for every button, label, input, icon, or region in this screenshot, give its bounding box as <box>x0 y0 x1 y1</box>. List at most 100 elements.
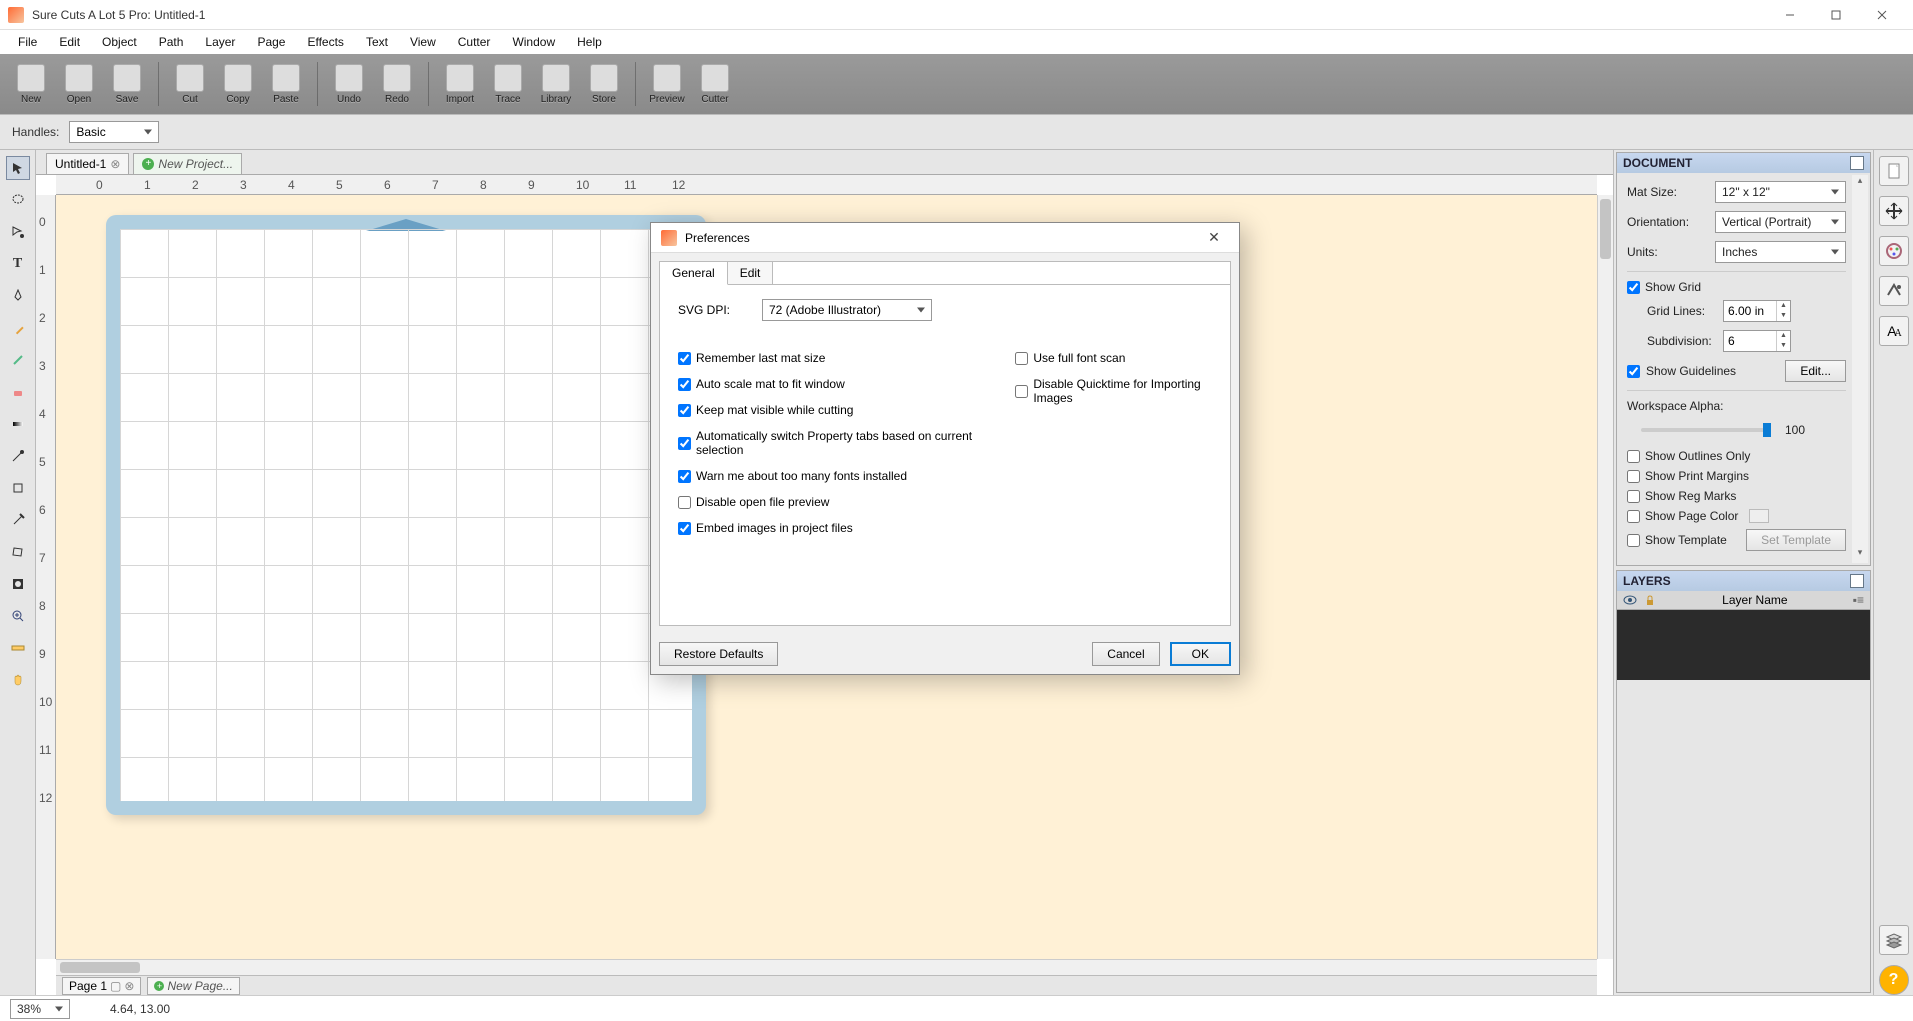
library-button[interactable]: Library <box>535 58 577 110</box>
pref-checkbox[interactable] <box>678 378 691 391</box>
panel-popout-icon[interactable] <box>1850 156 1864 170</box>
orientation-select[interactable]: Vertical (Portrait) <box>1715 211 1846 233</box>
vertical-scrollbar[interactable] <box>1597 195 1613 959</box>
new-button[interactable]: New <box>10 58 52 110</box>
trace-button[interactable]: Trace <box>487 58 529 110</box>
shape-tool[interactable] <box>6 476 30 500</box>
page-tab-current[interactable]: Page 1 ▢ ⊗ <box>62 977 141 995</box>
copy-button[interactable]: Copy <box>217 58 259 110</box>
undo-button[interactable]: Undo <box>328 58 370 110</box>
close-button[interactable] <box>1859 0 1905 30</box>
show-outlines-checkbox[interactable] <box>1627 450 1640 463</box>
menu-layer[interactable]: Layer <box>195 32 245 52</box>
doc-tab-new[interactable]: +New Project... <box>133 153 242 174</box>
fill-stroke-panel-button[interactable] <box>1879 236 1909 266</box>
pref-checkbox[interactable] <box>678 437 691 450</box>
pref-option[interactable]: Automatically switch Property tabs based… <box>678 429 975 457</box>
help-button[interactable]: ? <box>1879 965 1909 995</box>
pref-option[interactable]: Auto scale mat to fit window <box>678 377 975 391</box>
show-guidelines-checkbox[interactable] <box>1627 365 1640 378</box>
node-tool[interactable] <box>6 220 30 244</box>
menu-object[interactable]: Object <box>92 32 147 52</box>
menu-edit[interactable]: Edit <box>49 32 90 52</box>
paste-button[interactable]: Paste <box>265 58 307 110</box>
close-icon[interactable]: ⊗ <box>110 157 120 171</box>
position-panel-button[interactable] <box>1879 196 1909 226</box>
pref-checkbox[interactable] <box>678 496 691 509</box>
menu-file[interactable]: File <box>8 32 47 52</box>
gradient-tool[interactable] <box>6 412 30 436</box>
pen-tool[interactable] <box>6 284 30 308</box>
restore-defaults-button[interactable]: Restore Defaults <box>659 642 778 666</box>
grid-lines-input[interactable]: ▲▼ <box>1723 300 1791 322</box>
page-tab-new[interactable]: +New Page... <box>147 977 239 995</box>
distort-tool[interactable] <box>6 540 30 564</box>
show-template-checkbox[interactable] <box>1627 534 1640 547</box>
show-reg-marks-checkbox[interactable] <box>1627 490 1640 503</box>
pref-checkbox[interactable] <box>678 470 691 483</box>
cut-button[interactable]: Cut <box>169 58 211 110</box>
pencil-tool[interactable] <box>6 316 30 340</box>
save-button[interactable]: Save <box>106 58 148 110</box>
open-button[interactable]: Open <box>58 58 100 110</box>
pref-option[interactable]: Keep mat visible while cutting <box>678 403 975 417</box>
pref-option[interactable]: Remember last mat size <box>678 351 975 365</box>
pref-checkbox[interactable] <box>1015 385 1028 398</box>
layers-menu-icon[interactable]: ▪≡ <box>1853 593 1864 607</box>
pref-option[interactable]: Disable Quicktime for Importing Images <box>1015 377 1212 405</box>
set-template-button[interactable]: Set Template <box>1746 529 1846 551</box>
zoom-select[interactable]: 38% <box>10 999 70 1019</box>
tab-general[interactable]: General <box>660 262 728 285</box>
pref-option[interactable]: Warn me about too many fonts installed <box>678 469 975 483</box>
style-panel-button[interactable] <box>1879 276 1909 306</box>
pref-option[interactable]: Embed images in project files <box>678 521 975 535</box>
workspace-alpha-slider[interactable] <box>1641 428 1771 432</box>
show-grid-checkbox[interactable] <box>1627 281 1640 294</box>
subdivision-input[interactable]: ▲▼ <box>1723 330 1791 352</box>
handles-select[interactable]: Basic <box>69 121 159 143</box>
menu-text[interactable]: Text <box>356 32 398 52</box>
eyedropper-tool[interactable] <box>6 444 30 468</box>
units-select[interactable]: Inches <box>1715 241 1846 263</box>
document-panel-button[interactable] <box>1879 156 1909 186</box>
show-print-margins-checkbox[interactable] <box>1627 470 1640 483</box>
menu-effects[interactable]: Effects <box>297 32 353 52</box>
menu-page[interactable]: Page <box>247 32 295 52</box>
menu-path[interactable]: Path <box>149 32 194 52</box>
layers-list[interactable] <box>1617 610 1870 680</box>
lasso-tool[interactable] <box>6 188 30 212</box>
text-panel-button[interactable]: AA <box>1879 316 1909 346</box>
menu-cutter[interactable]: Cutter <box>448 32 501 52</box>
layers-panel-button[interactable] <box>1879 925 1909 955</box>
panel-scrollbar[interactable]: ▴▾ <box>1852 175 1868 563</box>
measure-tool[interactable] <box>6 636 30 660</box>
panel-popout-icon[interactable] <box>1850 574 1864 588</box>
stencil-tool[interactable] <box>6 572 30 596</box>
preview-button[interactable]: Preview <box>646 58 688 110</box>
zoom-tool[interactable] <box>6 604 30 628</box>
hand-tool[interactable] <box>6 668 30 692</box>
doc-tab-current[interactable]: Untitled-1⊗ <box>46 153 129 174</box>
selection-tool[interactable] <box>6 156 30 180</box>
cutter-button[interactable]: Cutter <box>694 58 736 110</box>
text-tool[interactable]: T <box>6 252 30 276</box>
svg-dpi-select[interactable]: 72 (Adobe Illustrator) <box>762 299 932 321</box>
page-color-swatch[interactable] <box>1749 509 1769 523</box>
close-icon[interactable]: ⊗ <box>124 979 134 993</box>
menu-view[interactable]: View <box>400 32 446 52</box>
pref-option[interactable]: Use full font scan <box>1015 351 1212 365</box>
tab-edit[interactable]: Edit <box>728 262 774 284</box>
knife-tool[interactable] <box>6 508 30 532</box>
pref-checkbox[interactable] <box>1015 352 1028 365</box>
eraser-tool[interactable] <box>6 380 30 404</box>
mat-size-select[interactable]: 12" x 12" <box>1715 181 1846 203</box>
pref-option[interactable]: Disable open file preview <box>678 495 975 509</box>
show-page-color-checkbox[interactable] <box>1627 510 1640 523</box>
pref-checkbox[interactable] <box>678 352 691 365</box>
ok-button[interactable]: OK <box>1170 642 1231 666</box>
pref-checkbox[interactable] <box>678 522 691 535</box>
horizontal-scrollbar[interactable] <box>56 959 1597 975</box>
pref-checkbox[interactable] <box>678 404 691 417</box>
redo-button[interactable]: Redo <box>376 58 418 110</box>
cancel-button[interactable]: Cancel <box>1092 642 1159 666</box>
